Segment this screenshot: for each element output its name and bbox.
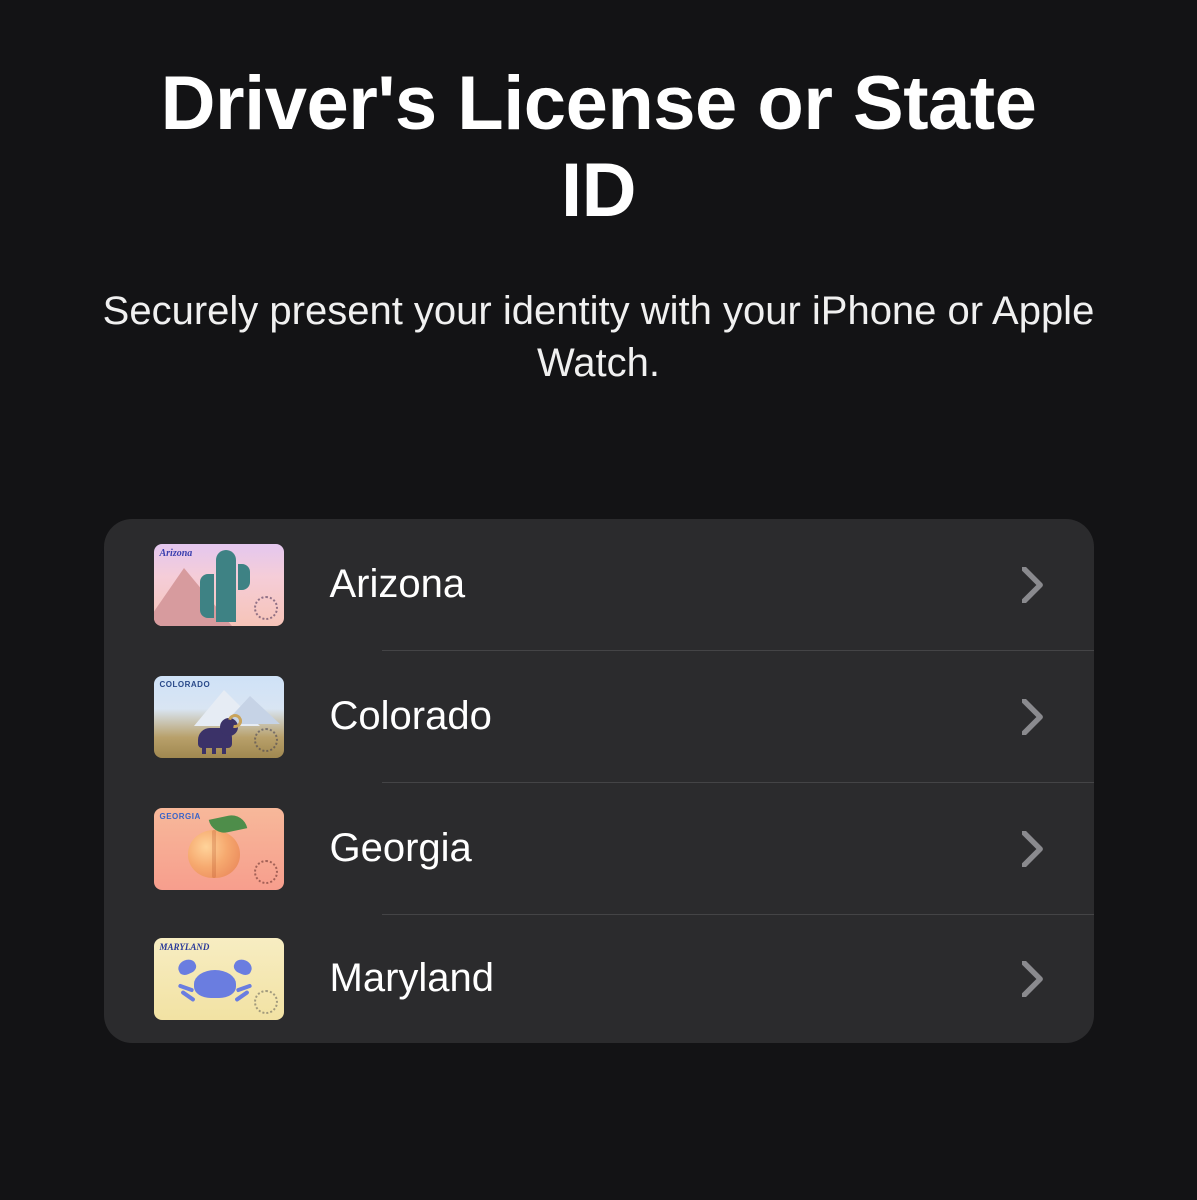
- chevron-right-icon: [1022, 961, 1044, 997]
- state-list: Arizona Arizona COLORADO: [104, 519, 1094, 1043]
- maryland-card-label: MARYLAND: [160, 942, 210, 952]
- arizona-card-label: Arizona: [160, 548, 193, 559]
- georgia-card-icon: GEORGIA: [154, 808, 284, 890]
- arizona-card-icon: Arizona: [154, 544, 284, 626]
- state-label: Colorado: [330, 694, 1022, 739]
- colorado-card-label: COLORADO: [160, 680, 211, 689]
- state-row-maryland[interactable]: MARYLAND Maryland: [104, 915, 1094, 1043]
- colorado-card-icon: COLORADO: [154, 676, 284, 758]
- state-label: Georgia: [330, 826, 1022, 871]
- state-label: Maryland: [330, 956, 1022, 1001]
- chevron-right-icon: [1022, 567, 1044, 603]
- state-label: Arizona: [330, 562, 1022, 607]
- chevron-right-icon: [1022, 699, 1044, 735]
- state-row-georgia[interactable]: GEORGIA Georgia: [104, 783, 1094, 915]
- georgia-card-label: GEORGIA: [160, 812, 201, 821]
- chevron-right-icon: [1022, 831, 1044, 867]
- page-subtitle: Securely present your identity with your…: [99, 285, 1099, 389]
- state-row-colorado[interactable]: COLORADO Colorado: [104, 651, 1094, 783]
- maryland-card-icon: MARYLAND: [154, 938, 284, 1020]
- state-row-arizona[interactable]: Arizona Arizona: [104, 519, 1094, 651]
- page-title: Driver's License or State ID: [149, 60, 1049, 235]
